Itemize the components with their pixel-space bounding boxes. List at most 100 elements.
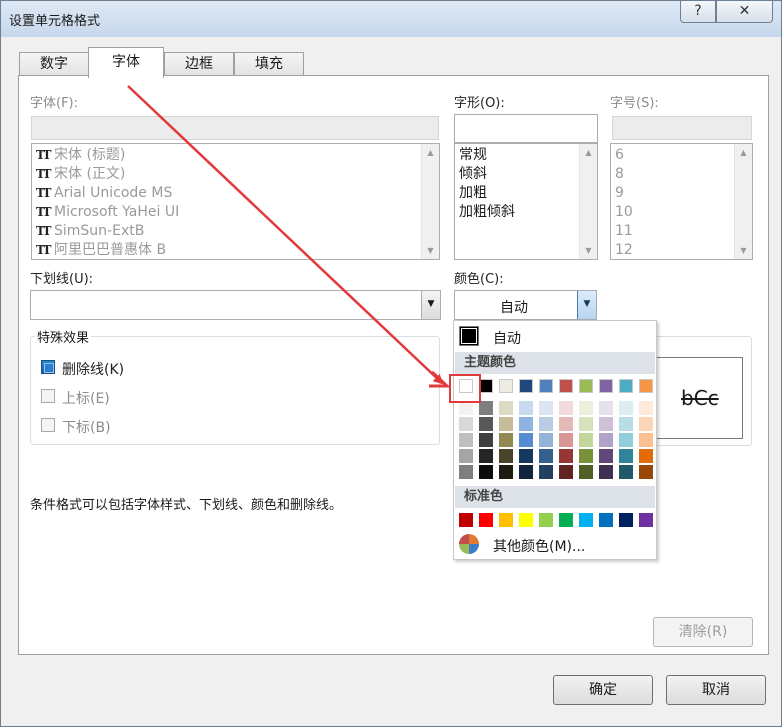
theme-shade-swatch[interactable] (479, 449, 493, 463)
theme-shade-swatch[interactable] (619, 417, 633, 431)
theme-shade-swatch[interactable] (579, 401, 593, 415)
list-item[interactable]: TT 宋体 (标题) (36, 146, 125, 165)
more-colors-option[interactable]: 其他颜色(M)... (455, 532, 655, 558)
scroll-up-icon[interactable]: ▲ (422, 144, 439, 161)
theme-shade-swatch[interactable] (539, 401, 553, 415)
theme-shade-swatch[interactable] (579, 449, 593, 463)
list-item[interactable]: TT Arial Unicode MS (36, 184, 172, 203)
list-item[interactable]: TT 宋体 (正文) (36, 165, 125, 184)
list-item[interactable]: 常规 (459, 146, 487, 165)
theme-shade-swatch[interactable] (639, 465, 653, 479)
theme-shade-swatch[interactable] (459, 449, 473, 463)
theme-shade-swatch[interactable] (459, 401, 473, 415)
theme-color-swatch[interactable] (559, 379, 573, 393)
theme-shade-swatch[interactable] (599, 465, 613, 479)
theme-shade-swatch[interactable] (579, 433, 593, 447)
list-item[interactable]: 加粗 (459, 184, 487, 203)
theme-shade-swatch[interactable] (579, 465, 593, 479)
superscript-label[interactable]: 上标(E) (62, 388, 110, 408)
standard-color-swatch[interactable] (499, 513, 513, 527)
list-item[interactable]: 10 (615, 203, 633, 222)
theme-shade-swatch[interactable] (559, 401, 573, 415)
theme-shade-swatch[interactable] (519, 417, 533, 431)
list-item[interactable]: 11 (615, 222, 633, 241)
standard-color-swatch[interactable] (539, 513, 553, 527)
theme-shade-swatch[interactable] (539, 449, 553, 463)
theme-shade-swatch[interactable] (599, 417, 613, 431)
clear-button[interactable]: 清除(R) (653, 617, 753, 647)
theme-shade-swatch[interactable] (499, 449, 513, 463)
theme-shade-swatch[interactable] (479, 433, 493, 447)
scroll-down-icon[interactable]: ▼ (580, 242, 597, 259)
list-item[interactable]: 6 (615, 146, 624, 165)
theme-color-swatch[interactable] (539, 379, 553, 393)
chevron-down-icon[interactable]: ▼ (577, 291, 596, 319)
superscript-checkbox[interactable] (41, 389, 55, 403)
theme-shade-swatch[interactable] (519, 401, 533, 415)
list-item[interactable]: TT Microsoft YaHei UI (36, 203, 179, 222)
theme-shade-swatch[interactable] (519, 433, 533, 447)
theme-shade-swatch[interactable] (539, 417, 553, 431)
theme-color-swatch[interactable] (519, 379, 533, 393)
size-list-scrollbar[interactable]: ▲ ▼ (734, 144, 752, 259)
theme-shade-swatch[interactable] (539, 465, 553, 479)
standard-color-swatch[interactable] (579, 513, 593, 527)
theme-shade-swatch[interactable] (639, 417, 653, 431)
theme-shade-swatch[interactable] (479, 417, 493, 431)
theme-shade-swatch[interactable] (459, 465, 473, 479)
theme-color-swatch[interactable] (479, 379, 493, 393)
theme-shade-swatch[interactable] (539, 433, 553, 447)
size-input[interactable] (612, 116, 752, 140)
theme-shade-swatch[interactable] (619, 433, 633, 447)
size-list[interactable]: 6 8 9 10 11 12 ▲ ▼ (610, 143, 753, 260)
help-button[interactable]: ? (680, 1, 716, 23)
list-item[interactable]: 8 (615, 165, 624, 184)
automatic-color-option[interactable]: 自动 (455, 322, 655, 350)
theme-shade-swatch[interactable] (479, 465, 493, 479)
style-input[interactable] (454, 114, 598, 143)
list-item[interactable]: 12 (615, 241, 633, 260)
theme-shade-swatch[interactable] (479, 401, 493, 415)
strikethrough-label[interactable]: 删除线(K) (62, 359, 124, 379)
scroll-down-icon[interactable]: ▼ (735, 242, 752, 259)
theme-shade-swatch[interactable] (519, 449, 533, 463)
theme-shade-swatch[interactable] (599, 401, 613, 415)
theme-color-swatch[interactable] (579, 379, 593, 393)
theme-shade-swatch[interactable] (559, 417, 573, 431)
scroll-up-icon[interactable]: ▲ (735, 144, 752, 161)
theme-shade-swatch[interactable] (599, 449, 613, 463)
list-item[interactable]: 9 (615, 184, 624, 203)
theme-shade-swatch[interactable] (559, 465, 573, 479)
style-list[interactable]: 常规 倾斜 加粗 加粗倾斜 ▲ ▼ (454, 143, 598, 260)
theme-shade-swatch[interactable] (499, 433, 513, 447)
theme-shade-swatch[interactable] (499, 401, 513, 415)
strikethrough-checkbox[interactable] (41, 360, 55, 374)
close-button[interactable]: ✕ (716, 1, 773, 23)
theme-shade-swatch[interactable] (499, 465, 513, 479)
theme-shade-swatch[interactable] (619, 401, 633, 415)
color-select[interactable]: 自动 ▼ (454, 290, 597, 320)
theme-shade-swatch[interactable] (619, 465, 633, 479)
font-input[interactable] (31, 116, 439, 140)
theme-shade-swatch[interactable] (459, 433, 473, 447)
theme-shade-swatch[interactable] (499, 417, 513, 431)
theme-shade-swatch[interactable] (599, 433, 613, 447)
tab-font[interactable]: 字体 (88, 47, 164, 78)
tab-fill[interactable]: 填充 (234, 52, 304, 77)
standard-color-swatch[interactable] (639, 513, 653, 527)
font-list[interactable]: TT 宋体 (标题) TT 宋体 (正文) TT Arial Unicode MS T… (31, 143, 440, 260)
standard-color-swatch[interactable] (599, 513, 613, 527)
theme-shade-swatch[interactable] (619, 449, 633, 463)
subscript-checkbox[interactable] (41, 418, 55, 432)
theme-color-swatch[interactable] (619, 379, 633, 393)
theme-color-swatch[interactable] (599, 379, 613, 393)
theme-shade-swatch[interactable] (639, 449, 653, 463)
underline-select[interactable]: ▼ (30, 290, 441, 320)
theme-color-swatch[interactable] (639, 379, 653, 393)
list-item[interactable]: TT 阿里巴巴普惠体 B (36, 241, 166, 260)
tab-number[interactable]: 数字 (19, 52, 89, 77)
standard-color-swatch[interactable] (479, 513, 493, 527)
style-list-scrollbar[interactable]: ▲ ▼ (579, 144, 597, 259)
standard-color-swatch[interactable] (559, 513, 573, 527)
scroll-down-icon[interactable]: ▼ (422, 242, 439, 259)
